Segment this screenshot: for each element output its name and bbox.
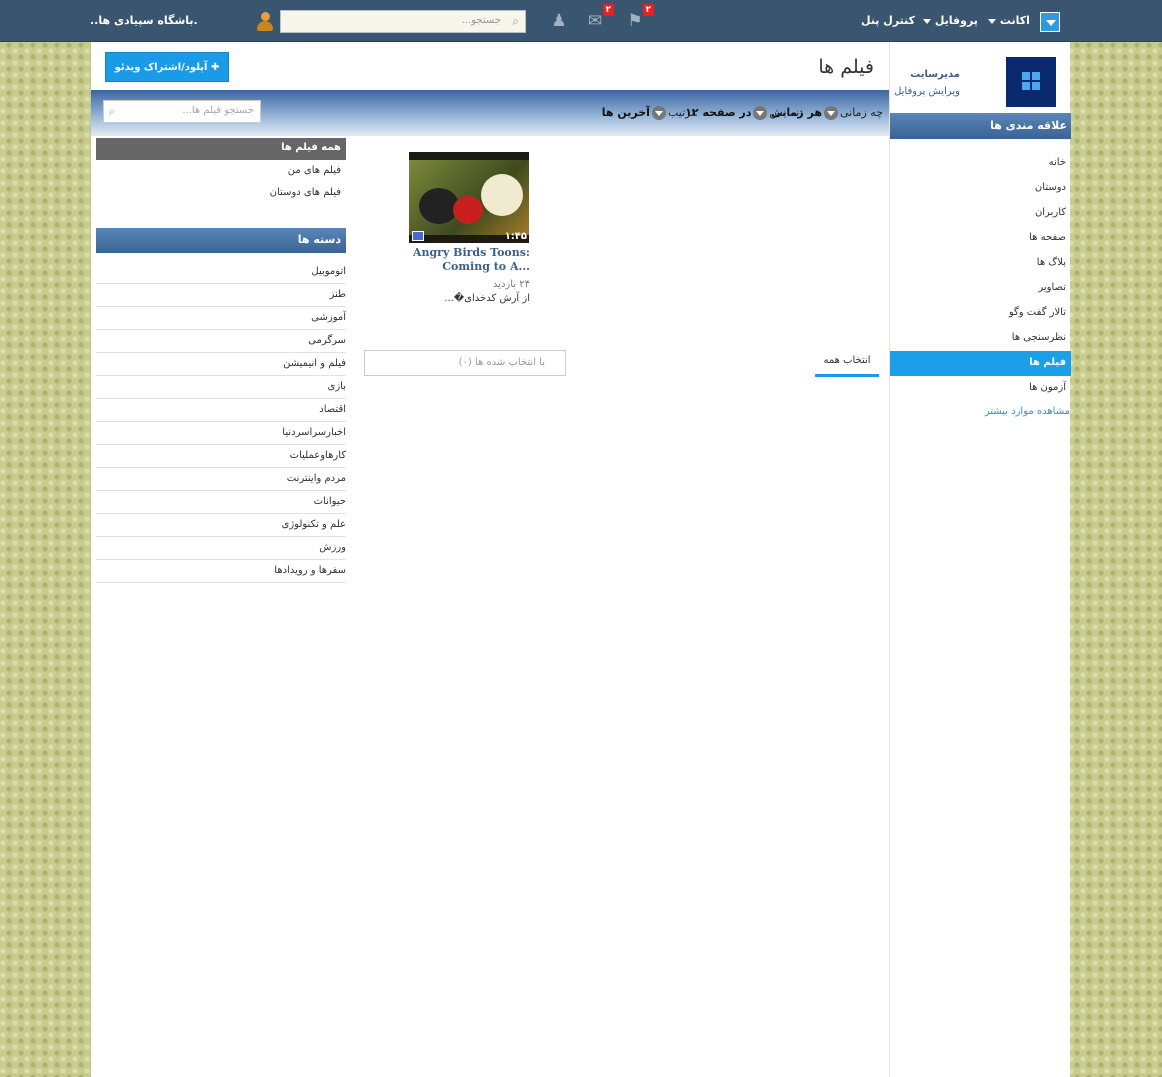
profile-menu[interactable]: پروفایل [920,14,978,27]
category-item[interactable]: کارهاوعملیات [96,445,346,468]
categories-list: اتوموبیل طنز آموزشی سرگرمی فیلم و انیمیش… [96,261,346,583]
right-sidebar: مدیرسایت ویرایش پروفایل علاقه مندی ها خا… [889,42,1071,1077]
sidebar-item-forum[interactable]: تالار گفت وگو [890,301,1071,326]
user-icon[interactable] [256,12,274,32]
account-menu[interactable]: اکانت [985,14,1030,27]
profile-name[interactable]: مدیرسایت [910,69,960,80]
category-item[interactable]: سفرها و رویدادها [96,560,346,583]
sidebar-more-link[interactable]: مشاهده موارد بیشتر [985,406,1070,417]
bulk-action-select[interactable]: با انتخاب شده ها (۰) [364,350,566,376]
plus-icon: ✚ [210,62,220,73]
list-item-my-videos[interactable]: فیلم های من [96,162,346,184]
all-videos-header[interactable]: همه فیلم ها [96,138,346,160]
search-icon: ⌕ [109,105,116,118]
category-item[interactable]: اتوموبیل [96,261,346,284]
mail-icon[interactable]: ✉ ۲ [584,4,614,32]
sidebar-item-home[interactable]: خانه [890,151,1071,176]
main-content: فیلم ها ✚ آپلود/اشتراک ویدئو چه زمانیهر … [91,42,889,1077]
when-filter-label: چه زمانی [840,106,883,119]
search-icon: ⌕ [512,14,519,28]
category-item[interactable]: علم و تکنولوژی [96,514,346,537]
chevron-down-icon [753,106,768,120]
upload-video-button[interactable]: ✚ آپلود/اشتراک ویدئو [105,52,229,82]
show-filter[interactable]: :نمایشدر صفحه ۱۲ [685,106,803,120]
category-item[interactable]: بازی [96,376,346,399]
chevron-down-icon [923,18,931,24]
top-bar: اکانت پروفایل کنترل پنل ⚑ ۲ ✉ ۲ ♟ جستجو...… [0,0,1162,42]
top-search-input[interactable]: جستجو... ⌕ [280,10,526,33]
sidebar-item-polls[interactable]: نظرسنجی ها [890,326,1071,351]
sidebar-item-photos[interactable]: تصاویر [890,276,1071,301]
upload-video-label: آپلود/اشتراک ویدئو [114,62,208,73]
video-thumbnail-image [409,160,529,235]
categories-header: دسته ها [96,228,346,253]
sidebar-item-videos[interactable]: فیلم ها [890,351,1071,376]
avatar[interactable] [1006,57,1056,107]
sidebar-item-pages[interactable]: صفحه ها [890,226,1071,251]
sort-filter-label: :ترتیب [667,106,698,119]
video-duration: ۱:۴۵ [504,231,527,242]
sidebar-item-quizzes[interactable]: آزمون ها [890,376,1071,401]
account-label: اکانت [999,14,1030,27]
mail-badge: ۲ [602,4,614,16]
favorites-header: علاقه مندی ها [890,113,1071,139]
top-search-placeholder: جستجو... [461,15,501,26]
video-title-link[interactable]: Angry Birds Toons: Coming to A... [400,246,530,274]
filter-bar: چه زمانیهر زمانی :نمایشدر صفحه ۱۲ :ترتیب… [91,90,889,136]
channel-logo-icon [412,231,424,241]
notifications-flag-icon[interactable]: ⚑ ۲ [624,4,654,32]
category-item[interactable]: مردم واینترنت [96,468,346,491]
category-item[interactable]: فیلم و انیمیشن [96,353,346,376]
category-item[interactable]: اقتصاد [96,399,346,422]
video-search-placeholder: جستجو فیلم ها... [182,105,254,116]
windows-logo-icon [1022,72,1040,90]
friend-request-icon[interactable]: ♟ [548,10,570,32]
sort-filter[interactable]: :ترتیب آخرین ها [602,106,698,120]
video-author[interactable]: از آرش کدخدای�... [444,293,530,304]
chevron-down-icon [651,106,666,120]
sort-filter-value: آخرین ها [601,106,650,119]
category-item[interactable]: آموزشی [96,307,346,330]
menu-toggle-button[interactable] [1040,12,1060,32]
category-item[interactable]: حیوانات [96,491,346,514]
category-item[interactable]: سرگرمی [96,330,346,353]
category-item[interactable]: اخبارسراسردنیا [96,422,346,445]
sidebar-menu: خانه دوستان کاربران صفحه ها بلاگ ها تصاو… [890,151,1071,401]
video-thumbnail[interactable]: ۱:۴۵ [409,152,529,243]
category-item[interactable]: طنز [96,284,346,307]
my-videos-list: فیلم های من فیلم های دوستان [96,162,346,206]
list-item-friends-videos[interactable]: فیلم های دوستان [96,184,346,206]
video-search-input[interactable]: جستجو فیلم ها... ⌕ [103,100,261,123]
sidebar-item-users[interactable]: کاربران [890,201,1071,226]
sidebar-item-blogs[interactable]: بلاگ ها [890,251,1071,276]
control-panel-link[interactable]: کنترل پنل [861,14,915,27]
page-title: فیلم ها [818,56,874,78]
chevron-down-icon [824,106,839,120]
sidebar-item-friends[interactable]: دوستان [890,176,1071,201]
select-all-button[interactable]: انتخاب همه [815,349,879,377]
site-name[interactable]: .باشگاه سپیادی ها.. [90,14,198,27]
show-filter-label: :نمایش [769,106,803,119]
edit-profile-link[interactable]: ویرایش پروفایل [894,86,960,97]
profile-label: پروفایل [934,14,978,27]
notifications-badge: ۲ [642,4,654,16]
category-item[interactable]: ورزش [96,537,346,560]
video-views: ۲۴ بازدید [492,279,530,290]
chevron-down-icon [988,18,996,24]
